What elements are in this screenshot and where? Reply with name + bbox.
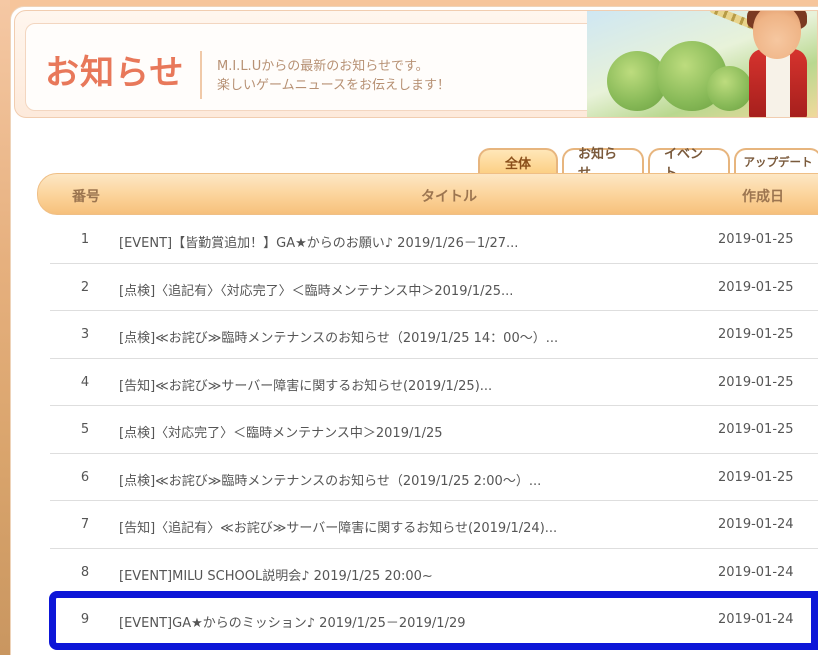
- row-title-link[interactable]: [EVENT]GA★からのミッション♪ 2019/1/25－2019/1/29: [119, 612, 679, 631]
- tab-update[interactable]: アップデート: [734, 148, 818, 174]
- row-number: 9: [80, 612, 90, 627]
- page-title: お知らせ: [45, 53, 185, 93]
- table-row[interactable]: 3 [点検]≪お詫び≫臨時メンテナンスのお知らせ（2019/1/25 14：00…: [50, 311, 818, 359]
- column-header-title: タイトル: [421, 189, 477, 205]
- row-number: 8: [80, 564, 90, 580]
- row-date: 2019-01-24: [718, 517, 794, 532]
- row-date: 2019-01-25: [718, 374, 794, 390]
- tab-notice[interactable]: お知らせ: [562, 147, 644, 181]
- tree-icon: [707, 66, 752, 111]
- row-title-link[interactable]: [EVENT]【皆勤賞追加！】GA★からのお願い♪ 2019/1/26－1/27…: [119, 232, 679, 251]
- row-date: 2019-01-24: [718, 564, 794, 580]
- left-decoration: [0, 0, 10, 655]
- row-number: 6: [80, 469, 90, 485]
- column-header-number: 番号: [72, 189, 100, 205]
- table-row[interactable]: 6 [点検]≪お詫び≫臨時メンテナンスのお知らせ（2019/1/25 2:00～…: [50, 454, 818, 501]
- row-title-link[interactable]: [点検]≪お詫び≫臨時メンテナンスのお知らせ（2019/1/25 14：00～）…: [119, 327, 679, 346]
- banner-divider: [200, 51, 202, 99]
- row-title-link[interactable]: [EVENT]MILU SCHOOL説明会♪ 2019/1/25 20:00~: [119, 565, 679, 584]
- table-row[interactable]: 9 [EVENT]GA★からのミッション♪ 2019/1/25－2019/1/2…: [50, 596, 818, 644]
- row-number: 3: [80, 327, 90, 342]
- description-line-2: 楽しいゲームニュースをお伝えします！: [217, 78, 450, 93]
- table-row[interactable]: 8 [EVENT]MILU SCHOOL説明会♪ 2019/1/25 20:00…: [50, 549, 818, 596]
- row-number: 7: [80, 517, 90, 532]
- row-date: 2019-01-25: [718, 279, 794, 295]
- row-date: 2019-01-24: [718, 612, 794, 627]
- table-row[interactable]: 2 [点検]〈追記有〉〈対応完了〉＜臨時メンテナンス中＞2019/1/25...…: [50, 264, 818, 311]
- column-header-date: 作成日: [742, 189, 784, 205]
- row-title-link[interactable]: [点検]〈対応完了〉＜臨時メンテナンス中＞2019/1/25: [119, 422, 679, 441]
- banner-illustration: [587, 11, 817, 117]
- row-date: 2019-01-25: [718, 422, 794, 437]
- row-title-link[interactable]: [告知]≪お詫び≫サーバー障害に関するお知らせ(2019/1/25)...: [119, 375, 679, 394]
- row-number: 1: [80, 232, 90, 247]
- news-list: 1 [EVENT]【皆勤賞追加！】GA★からのお願い♪ 2019/1/26－1/…: [50, 216, 818, 644]
- row-title-link[interactable]: [点検]≪お詫び≫臨時メンテナンスのお知らせ（2019/1/25 2:00～）.…: [119, 470, 679, 489]
- tab-event[interactable]: イベント: [648, 147, 730, 181]
- header-banner: お知らせ M.I.L.Uからの最新のお知らせです。 楽しいゲームニュースをお伝え…: [14, 10, 818, 118]
- table-header: 番号 タイトル 作成日: [37, 173, 818, 215]
- row-number: 5: [80, 422, 90, 437]
- description-line-1: M.I.L.Uからの最新のお知らせです。: [217, 59, 429, 74]
- table-row[interactable]: 4 [告知]≪お詫び≫サーバー障害に関するお知らせ(2019/1/25)... …: [50, 359, 818, 406]
- row-title-link[interactable]: [告知]〈追記有〉≪お詫び≫サーバー障害に関するお知らせ(2019/1/24).…: [119, 517, 679, 536]
- row-number: 4: [80, 374, 90, 390]
- table-row[interactable]: 5 [点検]〈対応完了〉＜臨時メンテナンス中＞2019/1/25 2019-01…: [50, 406, 818, 454]
- row-date: 2019-01-25: [718, 469, 794, 485]
- category-tabs: 全体 お知らせ イベント アップデート: [478, 147, 818, 181]
- tab-all[interactable]: 全体: [478, 148, 558, 174]
- table-row[interactable]: 7 [告知]〈追記有〉≪お詫び≫サーバー障害に関するお知らせ(2019/1/24…: [50, 501, 818, 549]
- character-shirt: [766, 55, 790, 117]
- table-row[interactable]: 1 [EVENT]【皆勤賞追加！】GA★からのお願い♪ 2019/1/26－1/…: [50, 216, 818, 264]
- row-date: 2019-01-25: [718, 232, 794, 247]
- page-description: M.I.L.Uからの最新のお知らせです。 楽しいゲームニュースをお伝えします！: [217, 57, 450, 95]
- row-date: 2019-01-25: [718, 327, 794, 342]
- row-title-link[interactable]: [点検]〈追記有〉〈対応完了〉＜臨時メンテナンス中＞2019/1/25...: [119, 280, 679, 299]
- row-number: 2: [80, 279, 90, 295]
